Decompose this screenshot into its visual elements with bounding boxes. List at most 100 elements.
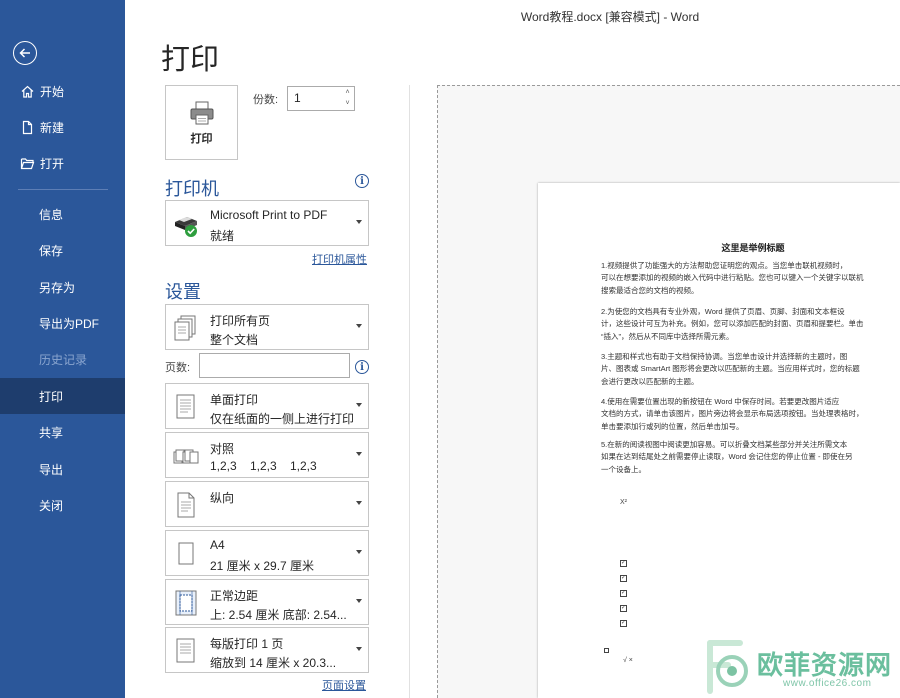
dropdown-arrow-icon	[356, 220, 362, 224]
pages-per-sheet-main: 每版打印 1 页	[210, 637, 284, 651]
sidebar-item-export-pdf[interactable]: 导出为PDF	[0, 305, 125, 341]
printer-heading: 打印机	[165, 179, 219, 199]
info-icon[interactable]: i	[355, 174, 369, 188]
print-range-main: 打印所有页	[210, 314, 271, 328]
pages-per-sheet-select[interactable]: 每版打印 1 页 缩放到 14 厘米 x 20.3...	[165, 627, 369, 673]
spin-up-icon[interactable]: ˄	[343, 89, 352, 97]
sidebar-item-home[interactable]: 开始	[0, 73, 125, 109]
print-range-sub: 整个文档	[210, 333, 259, 347]
sidebar-item-info[interactable]: 信息	[0, 196, 125, 232]
sidebar-item-label: 共享	[39, 425, 64, 440]
back-arrow-icon	[19, 48, 30, 58]
spin-down-icon[interactable]: ˅	[343, 100, 352, 108]
doc-checkbox-icon: ✓	[620, 560, 627, 567]
sidebar-item-export[interactable]: 导出	[0, 451, 125, 487]
doc-superscript: X²	[620, 499, 627, 506]
paper-size-sub: 21 厘米 x 29.7 厘米	[210, 559, 315, 573]
copies-spinner[interactable]: ˄ ˅	[343, 89, 352, 108]
panel-divider	[409, 85, 410, 698]
sidebar-divider	[18, 189, 108, 190]
paper-size-select[interactable]: A4 21 厘米 x 29.7 厘米	[165, 530, 369, 576]
home-icon	[18, 82, 36, 100]
collate-select[interactable]: 对照 1,2,3 1,2,3 1,2,3	[165, 432, 369, 478]
window-title: Word教程.docx [兼容模式] - Word	[520, 10, 700, 24]
collated-icon	[172, 441, 200, 471]
printer-status: 就绪	[210, 229, 235, 243]
collate-sequence: 1,2,3	[210, 459, 237, 473]
print-button[interactable]: 打印	[165, 85, 238, 160]
watermark-logo	[707, 640, 748, 694]
sidebar-item-close[interactable]: 关闭	[0, 487, 125, 523]
collate-sequence: 1,2,3	[250, 459, 277, 473]
doc-title: 这里是举例标题	[721, 243, 785, 253]
watermark-url: www.office26.com	[783, 678, 872, 689]
doc-paragraph: 3.主题和样式也有助于文档保持协调。当您单击设计并选择新的主题时，图 片、图表或…	[601, 352, 860, 386]
doc-box-icon	[604, 648, 609, 653]
sidebar-item-label: 关闭	[39, 498, 64, 513]
collate-sub: 1,2,3 1,2,3 1,2,3	[210, 459, 330, 473]
print-button-label: 打印	[190, 132, 213, 145]
sidebar-item-label: 导出为PDF	[39, 316, 100, 331]
doc-checkbox-icon: ✓	[620, 605, 627, 612]
page-per-sheet-icon	[172, 636, 200, 666]
sides-main: 单面打印	[210, 393, 259, 407]
sidebar-item-save-as[interactable]: 另存为	[0, 269, 125, 305]
settings-heading: 设置	[165, 282, 201, 302]
collate-main: 对照	[210, 442, 235, 456]
doc-paragraph: 2.为使您的文档具有专业外观，Word 提供了页眉、页脚、封面和文本框设 计，这…	[601, 307, 864, 341]
sidebar-item-new[interactable]: 新建	[0, 109, 125, 145]
preview-page: 这里是举例标题 1.视频提供了功能强大的方法帮助您证明您的观点。当您单击联机视频…	[538, 183, 900, 698]
pages-stack-icon	[172, 313, 200, 343]
back-button[interactable]	[13, 41, 37, 65]
doc-paragraph: 5.在新的阅读视图中阅读更加容易。可以折叠文档某些部分并关注所需文本 如果在达到…	[601, 440, 853, 474]
sidebar-item-open[interactable]: 打开	[0, 145, 125, 181]
info-icon[interactable]: i	[355, 360, 369, 374]
margins-icon	[172, 588, 200, 618]
page-setup-link[interactable]: 页面设置	[322, 677, 366, 693]
sidebar-item-label: 打开	[40, 156, 65, 171]
dropdown-arrow-icon	[356, 550, 362, 554]
single-sided-icon	[172, 392, 200, 422]
sides-sub: 仅在纸面的一侧上进行打印	[210, 412, 355, 426]
paper-size-icon	[172, 539, 200, 569]
copies-input[interactable]: 1 ˄ ˅	[287, 86, 355, 111]
doc-check-cross: √ ×	[623, 657, 633, 664]
copies-label: 份数:	[253, 94, 279, 106]
sidebar-item-print[interactable]: 打印	[0, 378, 125, 414]
pages-label: 页数:	[165, 362, 191, 374]
doc-checkbox-icon: ✓	[620, 590, 627, 597]
orientation-main: 纵向	[210, 491, 235, 505]
doc-paragraph: 4.使用在需要位置出现的新按钮在 Word 中保存时间。若要更改图片适应 文档的…	[601, 397, 864, 431]
margins-main: 正常边距	[210, 589, 259, 603]
portrait-icon	[172, 490, 200, 520]
sidebar-item-label: 导出	[39, 462, 64, 477]
sidebar-item-label: 另存为	[39, 280, 76, 295]
new-doc-icon	[18, 118, 36, 136]
doc-paragraph: 1.视频提供了功能强大的方法帮助您证明您的观点。当您单击联机视频时， 可以在想要…	[601, 261, 864, 295]
printer-icon	[190, 101, 213, 124]
printer-name: Microsoft Print to PDF	[210, 208, 328, 222]
margins-sub: 上: 2.54 厘米 底部: 2.54...	[210, 608, 347, 622]
pages-input[interactable]	[199, 353, 350, 378]
sidebar-item-label: 保存	[39, 243, 64, 258]
sidebar-item-save[interactable]: 保存	[0, 232, 125, 268]
dropdown-arrow-icon	[356, 647, 362, 651]
orientation-select[interactable]: 纵向	[165, 481, 369, 527]
sidebar-item-label: 新建	[40, 120, 65, 135]
pages-per-sheet-sub: 缩放到 14 厘米 x 20.3...	[210, 656, 337, 670]
printer-ready-icon	[172, 209, 200, 239]
collate-sequence: 1,2,3	[290, 459, 317, 473]
sidebar-item-history: 历史记录	[0, 341, 125, 377]
printer-select[interactable]: Microsoft Print to PDF 就绪	[165, 200, 369, 246]
margins-select[interactable]: 正常边距 上: 2.54 厘米 底部: 2.54...	[165, 579, 369, 625]
watermark-text: 欧菲资源网	[757, 650, 893, 680]
dropdown-arrow-icon	[356, 599, 362, 603]
print-range-select[interactable]: 打印所有页 整个文档	[165, 304, 369, 350]
sides-select[interactable]: 单面打印 仅在纸面的一侧上进行打印	[165, 383, 369, 429]
paper-size-main: A4	[210, 538, 225, 552]
dropdown-arrow-icon	[356, 501, 362, 505]
printer-properties-link[interactable]: 打印机属性	[312, 251, 367, 267]
sidebar-item-label: 历史记录	[39, 352, 88, 367]
sidebar-item-share[interactable]: 共享	[0, 414, 125, 450]
dropdown-arrow-icon	[356, 324, 362, 328]
